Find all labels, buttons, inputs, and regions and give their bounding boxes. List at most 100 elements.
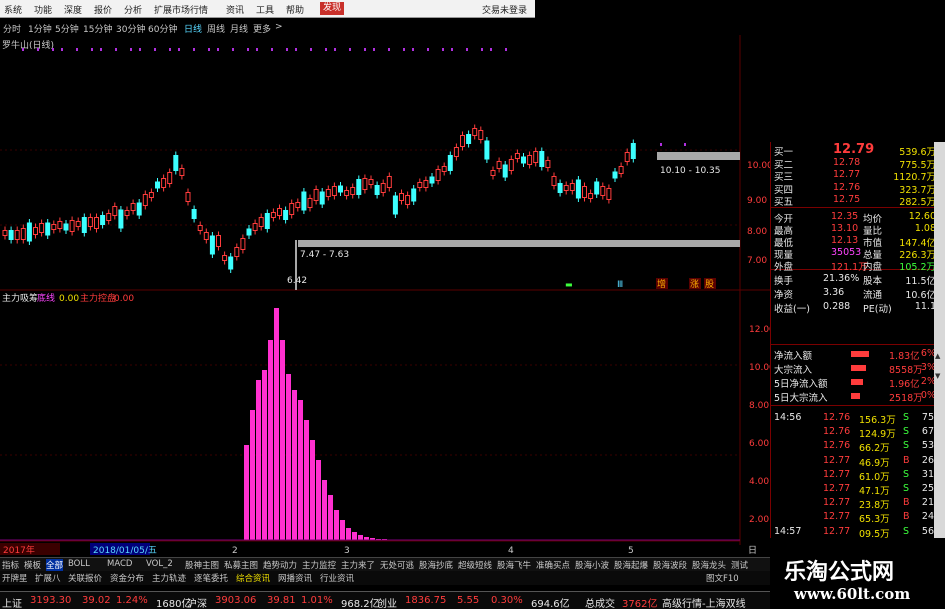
indicator-tab[interactable]: 股海起爆 (614, 559, 648, 571)
stat2-label: 换手 (774, 276, 794, 287)
candle-body (441, 166, 447, 172)
candle-body (563, 185, 569, 191)
candle-body (539, 151, 545, 167)
menu-item-analysis[interactable]: 分析 (124, 3, 142, 16)
login-status[interactable]: 交易未登录 (482, 3, 527, 16)
stat2-label: PE(动) (863, 304, 892, 315)
menu-item-help[interactable]: 帮助 (286, 3, 304, 16)
event-mark-gu: 股 (705, 279, 714, 290)
panel-tab[interactable]: 扩展八 (35, 572, 61, 584)
panel-tab[interactable]: 综合资讯 (236, 572, 270, 584)
indicator-value-c: 0.00 (59, 294, 79, 304)
candle-body (508, 159, 514, 171)
signal-dot (22, 48, 24, 51)
tick-row: 12.76 124.9万 S 67 (771, 426, 945, 440)
indicator-tab[interactable]: 模板 (24, 559, 41, 571)
menu-item-function[interactable]: 功能 (34, 3, 52, 16)
period-30min[interactable]: 30分钟 (116, 22, 145, 35)
kline-chart[interactable]: 10.10 - 10.35 7.47 - 7.63 6.42 10.00 9.0… (0, 35, 770, 557)
tab-f10[interactable]: 图文F10 (706, 572, 739, 584)
candle-body (222, 255, 228, 261)
indicator-tab[interactable]: 测试 (731, 559, 748, 571)
candle-body (478, 130, 484, 140)
indicator-tab[interactable]: 私募主图 (224, 559, 258, 571)
stat-label: 内盘 (863, 262, 883, 273)
indicator-tab[interactable]: BOLL (68, 559, 90, 569)
indicator-tab[interactable]: 趋势动力 (263, 559, 297, 571)
candle-body (490, 170, 496, 176)
period-more[interactable]: 更多 (253, 22, 271, 35)
panel-tab[interactable]: 网播资讯 (278, 572, 312, 584)
tick-row: 12.77 23.8万 B 21 (771, 497, 945, 511)
panel-tab[interactable]: 逐笔委托 (194, 572, 228, 584)
menu-item-quote[interactable]: 报价 (94, 3, 112, 16)
indicator-bar (268, 340, 273, 540)
indicator-tab[interactable]: VOL_2 (146, 559, 173, 569)
stat-value: 105.2万 (899, 262, 936, 273)
panel-tab[interactable]: 开牌星 (2, 572, 28, 584)
signal-dot (37, 48, 39, 51)
period-15min[interactable]: 15分钟 (83, 22, 112, 35)
candle-body (380, 183, 386, 193)
indicator-tab[interactable]: 主力监控 (302, 559, 336, 571)
candle-body (575, 179, 581, 199)
period-timeshare[interactable]: 分时 (3, 22, 21, 35)
candle-body (20, 228, 26, 240)
period-5min[interactable]: 5分钟 (55, 22, 79, 35)
candle-body (344, 190, 350, 196)
candle-body (325, 189, 331, 197)
indicator-tab[interactable]: 股海飞牛 (497, 559, 531, 571)
tick-volume: 156.3万 (859, 415, 896, 426)
indicator-tab[interactable]: 主力来了 (341, 559, 375, 571)
indicator-tab[interactable]: 股海波段 (653, 559, 687, 571)
candle-body (368, 179, 374, 185)
panel-tab[interactable]: 行业资讯 (320, 572, 354, 584)
indicator-tab[interactable]: 无处可逃 (380, 559, 414, 571)
period-weekly[interactable]: 周线 (207, 22, 225, 35)
tick-price: 12.77 (823, 525, 851, 537)
panel-tab[interactable]: 关联报价 (68, 572, 102, 584)
quote-panel: 买一 12.79 539.6万 买二 12.78 775.5万 买三 12.77 1120.7万… (770, 142, 945, 540)
menu-item-discover[interactable]: 发现 (320, 2, 345, 15)
stat2-value: 10.6亿 (905, 290, 936, 301)
panel-tab[interactable]: 资金分布 (110, 572, 144, 584)
scroll-up-icon[interactable]: ▲ (935, 352, 944, 362)
signal-dot (61, 48, 63, 51)
indicator-tab[interactable]: 全部 (46, 559, 64, 571)
indicator-tab[interactable]: 股海小波 (575, 559, 609, 571)
index-percent: 1.01% (301, 595, 333, 606)
period-next-arrow[interactable]: > (275, 22, 283, 32)
indicator-tab[interactable]: 准确买点 (536, 559, 570, 571)
indicator-tab[interactable]: 指标 (2, 559, 19, 571)
tick-row: 12.76 66.2万 S 53 (771, 440, 945, 454)
indicator-bar (280, 340, 285, 540)
period-monthly[interactable]: 月线 (230, 22, 248, 35)
flow-value: 2518万 (889, 393, 923, 404)
candle-body (63, 223, 69, 231)
scroll-down-icon[interactable]: ▼ (935, 372, 944, 382)
indicator-tab[interactable]: 超级短线 (458, 559, 492, 571)
panel-tab[interactable]: 主力轨迹 (152, 572, 186, 584)
period-1min[interactable]: 1分钟 (28, 22, 52, 35)
signal-dot (52, 48, 54, 51)
menu-item-depth[interactable]: 深度 (64, 3, 82, 16)
candle-body (161, 178, 167, 188)
indicator-tab[interactable]: MACD (107, 559, 132, 569)
menu-item-news[interactable]: 资讯 (226, 3, 244, 16)
candle-body (313, 189, 319, 201)
menu-item-tools[interactable]: 工具 (256, 3, 274, 16)
indicator-tab[interactable]: 股海龙头 (692, 559, 726, 571)
menu-item-system[interactable]: 系统 (4, 3, 22, 16)
menu-item-ext-market[interactable]: 扩展市场行情 (154, 3, 208, 16)
period-60min[interactable]: 60分钟 (148, 22, 177, 35)
tick-side: S (903, 426, 910, 438)
candle-body (630, 143, 636, 159)
indicator-tab[interactable]: 股神主图 (185, 559, 219, 571)
quote-ask-row: 买一 12.79 539.6万 (771, 142, 945, 158)
period-daily[interactable]: 日线 (184, 22, 202, 35)
indicator-bar (328, 495, 333, 540)
candle-body (600, 186, 606, 196)
indicator-tab[interactable]: 股海抄底 (419, 559, 453, 571)
tick-count: 24 (921, 511, 934, 523)
quote-scrollbar[interactable]: ▲ ▼ (934, 142, 945, 538)
